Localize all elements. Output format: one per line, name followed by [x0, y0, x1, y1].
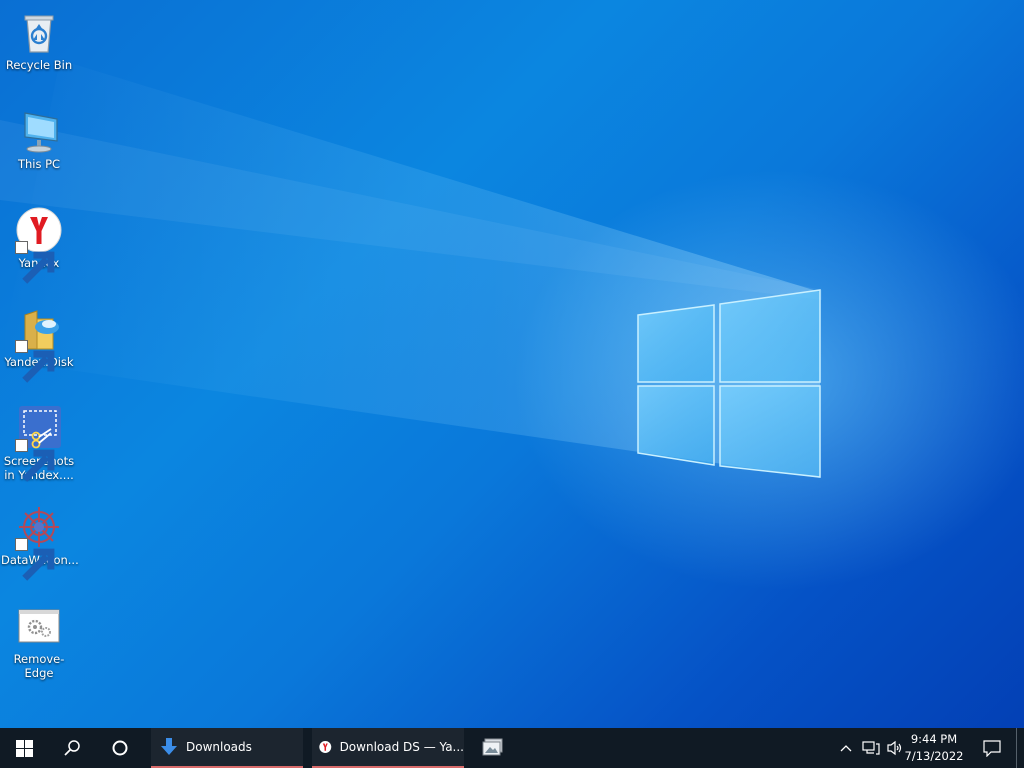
yandex-disk-icon: [15, 305, 63, 383]
start-button[interactable]: [0, 728, 48, 768]
datawagon-icon: [15, 503, 63, 581]
search-button[interactable]: [48, 728, 96, 768]
desktop-icon-screenshots[interactable]: Screenshots in Yandex....: [1, 404, 77, 482]
network-icon: [862, 741, 880, 755]
task-view-button[interactable]: [96, 728, 144, 768]
chevron-up-icon: [840, 745, 852, 752]
show-hidden-icons-button[interactable]: [836, 728, 856, 768]
desktop-icon-datawagon[interactable]: DataWagon...: [1, 503, 79, 581]
desktop[interactable]: Recycle Bin This PC Yandex Yandex.Disk S…: [0, 0, 1024, 728]
yandex-browser-icon: [15, 206, 63, 284]
taskbar-app-label: Downloads: [186, 740, 252, 754]
network-button[interactable]: [860, 728, 882, 768]
notification-icon: [983, 739, 1001, 757]
windows-logo-wallpaper: [637, 289, 821, 478]
taskbar-app-label: Download DS — Ya...: [339, 740, 464, 754]
windows-start-icon: [15, 739, 33, 757]
taskbar-app-yandex-browser[interactable]: Download DS — Ya...: [312, 728, 464, 768]
desktop-icon-yandex-disk[interactable]: Yandex.Disk: [1, 305, 77, 383]
show-desktop-button[interactable]: [1016, 728, 1024, 768]
search-icon: [64, 740, 80, 756]
desktop-icon-label: This PC: [17, 157, 61, 171]
clock-time: 9:44 PM: [910, 732, 958, 746]
screenshots-icon: [15, 404, 63, 482]
desktop-icon-yandex[interactable]: Yandex: [1, 206, 77, 284]
desktop-icon-label: Remove-Edge: [13, 652, 65, 680]
desktop-icon-label: Recycle Bin: [5, 58, 73, 72]
desktop-icon-this-pc[interactable]: This PC: [1, 107, 77, 171]
shortcut-arrow-icon: [15, 241, 55, 284]
taskbar-clock[interactable]: 9:44 PM 7/13/2022: [900, 731, 968, 765]
download-arrow-icon: [161, 738, 177, 755]
shortcut-arrow-icon: [15, 538, 55, 581]
settings-window-icon: [15, 602, 63, 650]
taskbar-app-pinned[interactable]: [470, 728, 516, 768]
taskbar: Downloads Download DS — Ya... 9:44 PM 7/…: [0, 728, 1024, 768]
taskbar-app-downloads[interactable]: Downloads: [151, 728, 303, 768]
cortana-circle-icon: [112, 740, 128, 756]
shortcut-arrow-icon: [15, 439, 55, 482]
desktop-icon-recycle-bin[interactable]: Recycle Bin: [1, 8, 77, 72]
clock-date: 7/13/2022: [904, 749, 964, 763]
desktop-icon-remove-edge[interactable]: Remove-Edge: [1, 602, 77, 680]
computer-icon: [15, 107, 63, 155]
wallpaper-light-beam: [0, 60, 822, 478]
picture-viewer-icon: [482, 738, 503, 756]
action-center-button[interactable]: [976, 728, 1008, 768]
yandex-browser-icon: [319, 741, 332, 753]
recycle-bin-icon: [15, 8, 63, 56]
shortcut-arrow-icon: [15, 340, 55, 383]
